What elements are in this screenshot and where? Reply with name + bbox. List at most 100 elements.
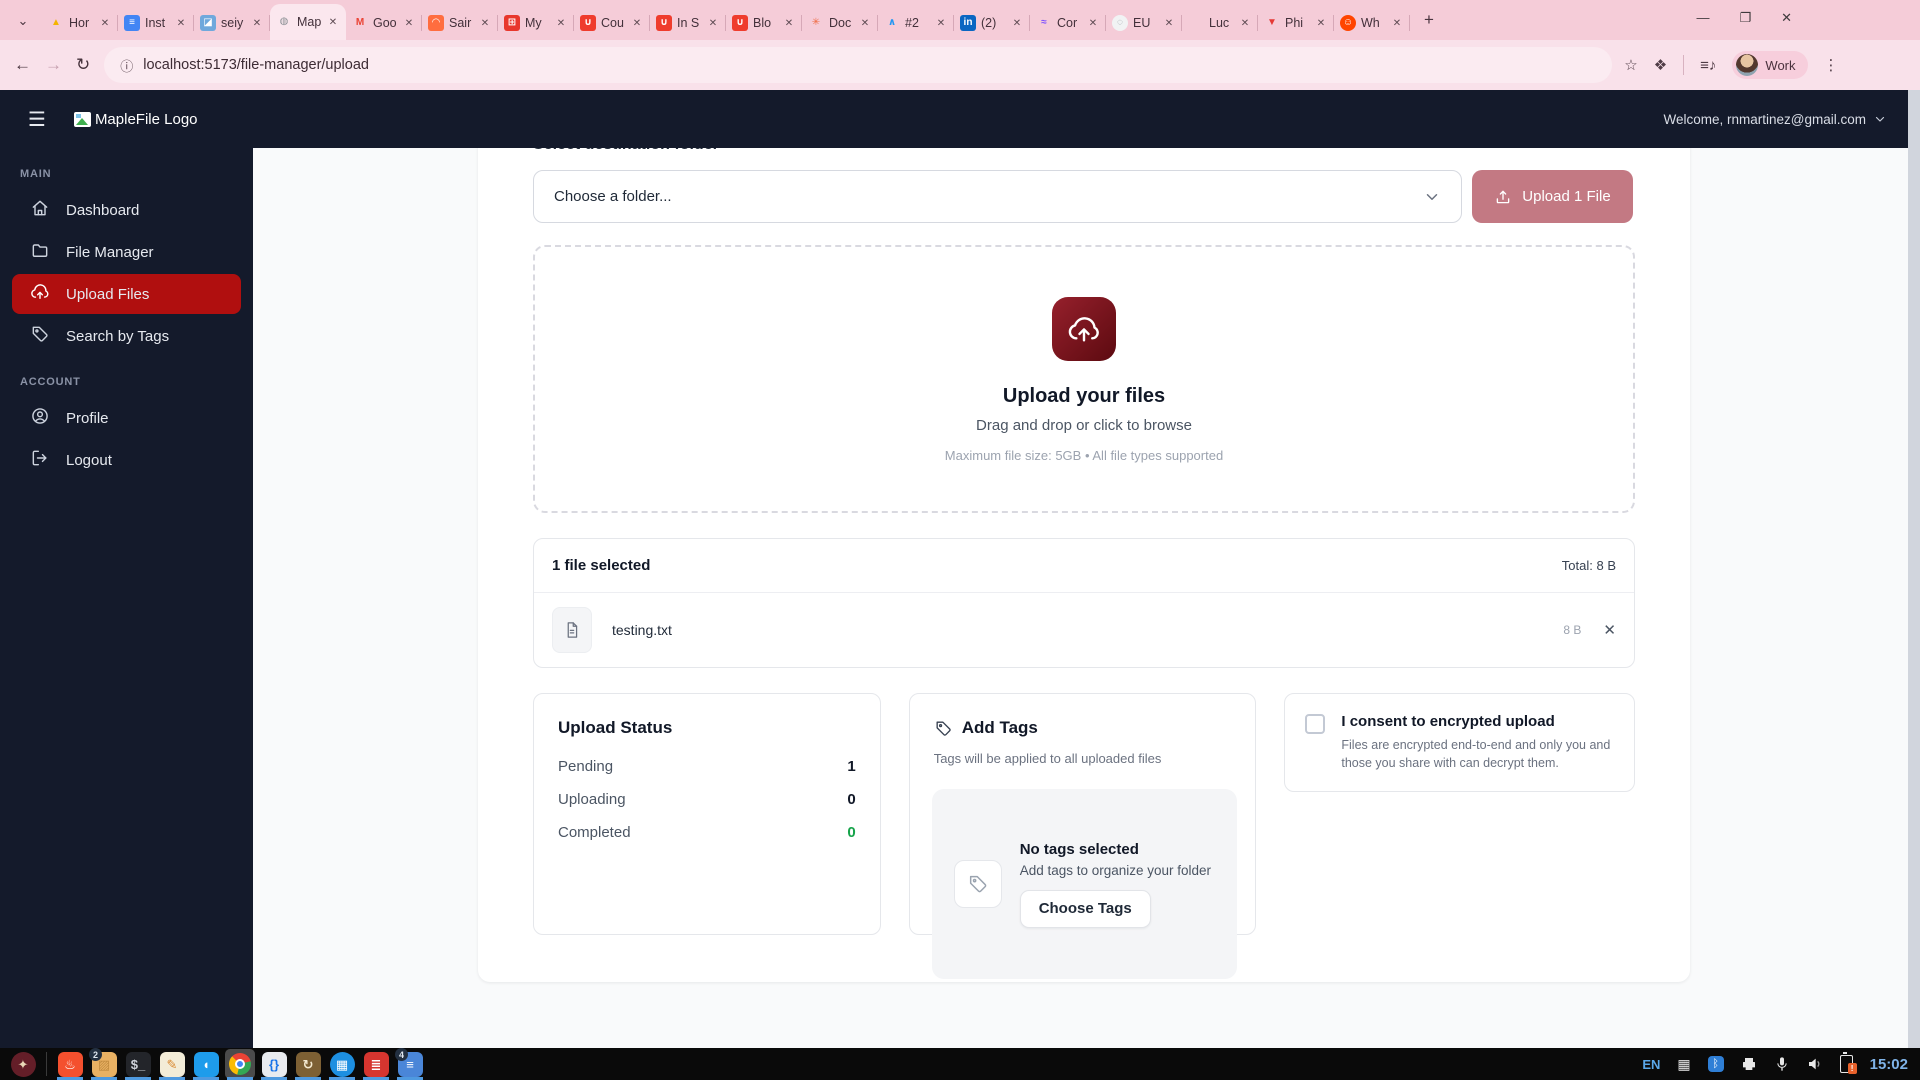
browser-tab-wh[interactable]: ☺ Wh ✕ xyxy=(1334,6,1410,40)
page-scrollbar[interactable] xyxy=(1908,90,1920,1048)
cloud-upload-tile xyxy=(1052,297,1116,361)
sidebar-item-file-manager[interactable]: File Manager xyxy=(12,232,241,272)
profile-name: Work xyxy=(1765,57,1796,73)
sidebar-item-dashboard[interactable]: Dashboard xyxy=(12,190,241,230)
tab-close-icon[interactable]: ✕ xyxy=(858,18,872,29)
tab-close-icon[interactable]: ✕ xyxy=(554,18,568,29)
bluetooth-icon[interactable]: ᛒ xyxy=(1707,1056,1724,1072)
upload-status-rows: Pending 1 Uploading 0 Completed 0 xyxy=(558,758,856,841)
browser-tab-phi[interactable]: ▼ Phi ✕ xyxy=(1258,6,1334,40)
file-name: testing.txt xyxy=(612,622,672,638)
browser-tab-2[interactable]: ∧ #2 ✕ xyxy=(878,6,954,40)
playlist-icon[interactable]: ≡♪ xyxy=(1700,57,1716,74)
browser-tab-eu[interactable]: ◌ EU ✕ xyxy=(1106,6,1182,40)
browser-tab-2[interactable]: in (2) ✕ xyxy=(954,6,1030,40)
choose-tags-button[interactable]: Choose Tags xyxy=(1019,889,1151,928)
tab-close-icon[interactable]: ✕ xyxy=(402,18,416,29)
torrent-app-icon[interactable]: ≣ xyxy=(359,1048,393,1080)
hamburger-menu-icon[interactable]: ☰ xyxy=(28,107,46,132)
avatar xyxy=(1736,54,1759,76)
sidebar-item-search-by-tags[interactable]: Search by Tags xyxy=(12,316,241,356)
browser-tab-my[interactable]: ⊞ My ✕ xyxy=(498,6,574,40)
broken-image-icon xyxy=(73,111,91,127)
browser-tab-cou[interactable]: ∪ Cou ✕ xyxy=(574,6,650,40)
minimize-icon[interactable]: — xyxy=(1696,10,1709,26)
tab-close-icon[interactable]: ✕ xyxy=(1390,18,1404,29)
chrome-app-icon[interactable] xyxy=(223,1048,257,1080)
profile-button[interactable]: Work xyxy=(1732,51,1808,79)
browser-tab-hor[interactable]: ▲ Hor ✕ xyxy=(42,6,118,40)
menu-dots-icon[interactable]: ⋮ xyxy=(1824,56,1839,74)
consent-checkbox[interactable] xyxy=(1305,714,1326,734)
tab-close-icon[interactable]: ✕ xyxy=(934,18,948,29)
extensions-icon[interactable]: ❖ xyxy=(1654,56,1667,74)
browser-tab-in-s[interactable]: ∪ In S ✕ xyxy=(650,6,726,40)
speaker-icon[interactable] xyxy=(1807,1056,1823,1072)
docker-tray-icon[interactable]: ▦ xyxy=(1677,1056,1690,1073)
browser-tab-blo[interactable]: ∪ Blo ✕ xyxy=(726,6,802,40)
tab-close-icon[interactable]: ✕ xyxy=(250,18,264,29)
sync-app-icon[interactable]: ↻ xyxy=(291,1048,325,1080)
printer-icon[interactable] xyxy=(1741,1056,1757,1072)
tab-close-icon[interactable]: ✕ xyxy=(326,17,340,28)
braces-app-icon-glyph: {} xyxy=(261,1051,287,1077)
dropzone[interactable]: Upload your files Drag and drop or click… xyxy=(533,245,1635,513)
user-icon xyxy=(30,406,50,430)
flame-app-icon[interactable]: ♨ xyxy=(53,1048,87,1080)
remove-file-icon[interactable]: ✕ xyxy=(1603,621,1616,639)
tab-close-icon[interactable]: ✕ xyxy=(706,18,720,29)
tab-close-icon[interactable]: ✕ xyxy=(782,18,796,29)
battery-icon[interactable]: ! xyxy=(1839,1052,1857,1074)
tab-close-icon[interactable]: ✕ xyxy=(630,18,644,29)
close-icon[interactable]: ✕ xyxy=(1781,10,1792,26)
restore-icon[interactable]: ❐ xyxy=(1739,10,1751,26)
tab-close-icon[interactable]: ✕ xyxy=(1162,18,1176,29)
forward-icon[interactable]: → xyxy=(45,55,62,75)
maplefile-launcher-icon[interactable]: ✦ xyxy=(6,1048,40,1080)
u-app-icon: ∪ xyxy=(656,15,672,31)
tab-close-icon[interactable]: ✕ xyxy=(98,18,112,29)
sidebar-item-upload-files[interactable]: Upload Files xyxy=(12,274,241,314)
site-info-icon[interactable]: ⓘ xyxy=(120,56,133,75)
browser-tab-doc[interactable]: ✳ Doc ✕ xyxy=(802,6,878,40)
files-app-icon[interactable]: 2 ▨ xyxy=(87,1048,121,1080)
back-icon[interactable]: ← xyxy=(14,55,31,75)
account-menu[interactable]: Welcome, rnmartinez@gmail.com xyxy=(1663,112,1886,127)
braces-app-icon[interactable]: {} xyxy=(257,1048,291,1080)
tab-close-icon[interactable]: ✕ xyxy=(1314,18,1328,29)
asterisk-icon: ✳ xyxy=(811,17,821,28)
selected-files-header: 1 file selected Total: 8 B xyxy=(534,539,1634,593)
browser-tab-inst[interactable]: ≡ Inst ✕ xyxy=(118,6,194,40)
upload-file-button[interactable]: Upload 1 File xyxy=(1472,170,1633,223)
blue-wolf-app-icon[interactable]: ◖ xyxy=(189,1048,223,1080)
folder-select[interactable]: Choose a folder... xyxy=(533,170,1462,223)
refresh-icon[interactable]: ↻ xyxy=(76,55,90,75)
terminal-app-icon[interactable]: $_ xyxy=(121,1048,155,1080)
tab-search-button[interactable]: ⌄ xyxy=(10,8,36,34)
sidebar-item-profile[interactable]: Profile xyxy=(12,398,241,438)
new-tab-button[interactable]: + xyxy=(1416,7,1442,33)
badge: 2 xyxy=(89,1048,102,1061)
tab-title: Cou xyxy=(601,16,624,30)
tab-close-icon[interactable]: ✕ xyxy=(1010,18,1024,29)
docker-app-icon[interactable]: ▦ xyxy=(325,1048,359,1080)
tab-close-icon[interactable]: ✕ xyxy=(1238,18,1252,29)
browser-tab-cor[interactable]: ≈ Cor ✕ xyxy=(1030,6,1106,40)
address-bar[interactable]: ⓘ localhost:5173/file-manager/upload xyxy=(104,47,1613,83)
keyboard-layout-indicator[interactable]: EN xyxy=(1642,1057,1660,1072)
browser-tab-luc[interactable]: Luc ✕ xyxy=(1182,6,1258,40)
microphone-icon[interactable] xyxy=(1774,1056,1790,1072)
browser-tab-sair[interactable]: ◠ Sair ✕ xyxy=(422,6,498,40)
tab-close-icon[interactable]: ✕ xyxy=(478,18,492,29)
browser-tab-map[interactable]: ◍ Map ✕ xyxy=(270,4,346,40)
tag-icon xyxy=(936,720,951,736)
tab-close-icon[interactable]: ✕ xyxy=(1086,18,1100,29)
sidebar-item-label: File Manager xyxy=(66,243,154,261)
browser-tab-seiy[interactable]: ◪ seiy ✕ xyxy=(194,6,270,40)
bookmark-star-icon[interactable]: ☆ xyxy=(1624,56,1637,74)
notes-app-icon[interactable]: ✎ xyxy=(155,1048,189,1080)
browser-tab-goo[interactable]: M Goo ✕ xyxy=(346,6,422,40)
tasks-app-icon[interactable]: 4 ≡ xyxy=(393,1048,427,1080)
sidebar-item-logout[interactable]: Logout xyxy=(12,440,241,480)
tab-close-icon[interactable]: ✕ xyxy=(174,18,188,29)
